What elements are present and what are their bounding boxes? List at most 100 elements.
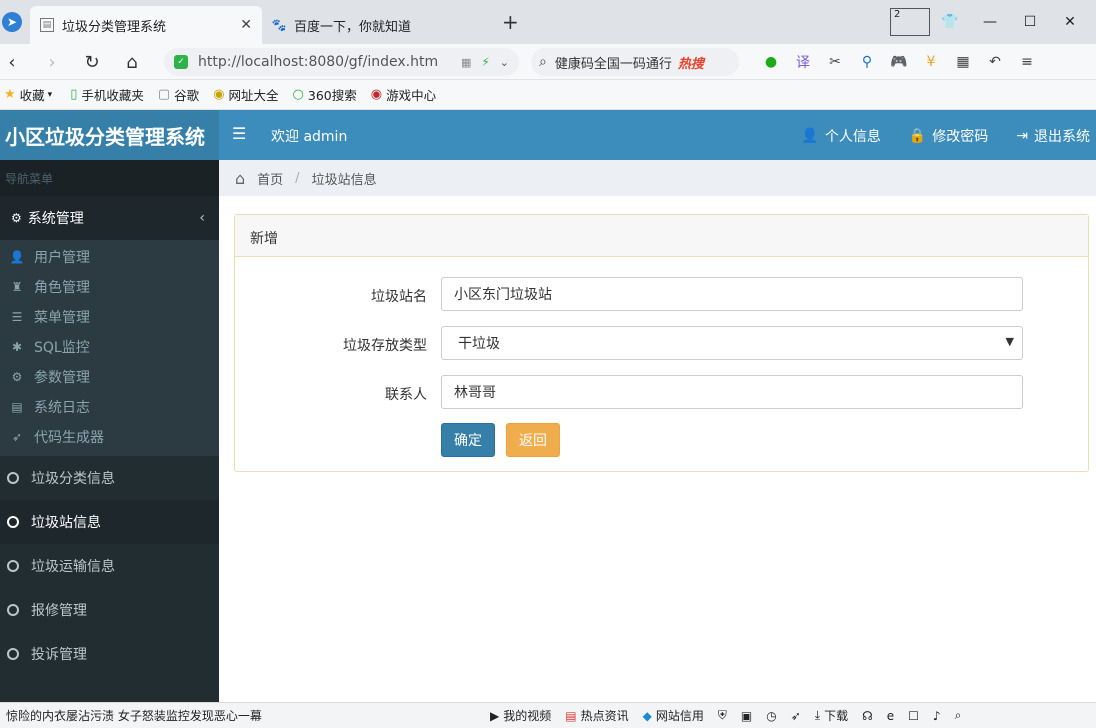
station-name-label: 垃圾站名 [371,289,427,305]
star-icon: ★ [4,87,16,102]
hao-icon: ◉ [213,87,225,102]
shield-icon[interactable]: ⛨ [718,708,727,723]
confirm-button[interactable]: 确定 [441,423,495,457]
tab-inactive[interactable]: 🐾 百度一下，你就知道 [262,6,494,44]
zoom-icon[interactable]: ⌕ [955,708,962,723]
sidebar-item-label: SQL监控 [34,340,90,356]
download-icon: ⤓ [814,708,821,722]
bookmark-google[interactable]: ▢ 谷歌 [158,85,199,104]
game-icon[interactable]: 🎮 [888,52,910,72]
user-icon: 👤 [9,250,25,264]
reload-icon[interactable]: ↻ [80,50,104,74]
extension-toolbar: ● 译 ✂ ⚲ 🎮 ¥ ▦ ↶ ≡ [760,52,1038,72]
new-tab-icon[interactable]: + [502,10,519,34]
sidebar-item-sql[interactable]: ✱ SQL监控 [0,332,219,362]
window-controls: 2 👕 — ☐ ✕ [890,8,1090,36]
change-password-link[interactable]: 🔒 修改密码 [909,126,988,146]
lock-icon: 🔒 [908,128,927,144]
nav-header: 导航菜单 [0,160,219,196]
my-videos-link[interactable]: ▶ 我的视频 [490,707,551,724]
app-brand[interactable]: 小区垃圾分类管理系统 [0,110,219,160]
sidebar-item-label: 投诉管理 [31,647,87,663]
sidebar-item-menus[interactable]: ☰ 菜单管理 [0,302,219,332]
wallet-icon[interactable]: ¥ [920,52,942,72]
forward-icon[interactable]: › [40,50,64,74]
home-icon: ⌂ [235,168,246,188]
sidebar-item-waste-transport[interactable]: 垃圾运输信息 [0,544,219,588]
apps-grid-icon[interactable]: ▦ [952,52,974,72]
hot-news-link[interactable]: ▤ 热点资讯 [565,707,628,724]
station-name-field[interactable]: 小区东门垃圾站 [441,277,1023,311]
sidebar-item-logs[interactable]: ▤ 系统日志 [0,392,219,422]
back-button[interactable]: 返回 [506,423,560,457]
sign-out-icon: ⇥ [1016,128,1028,144]
circle-icon [7,560,19,572]
bookmark-games[interactable]: ◉ 游戏中心 [371,85,436,104]
headset-icon[interactable]: ☊ [862,709,873,723]
scissors-icon[interactable]: ✂ [824,52,846,72]
maximize-icon[interactable]: ☐ [1010,8,1050,36]
sidebar-item-label: 系统日志 [34,400,90,416]
tab-close-icon[interactable]: ✕ [240,17,252,33]
chevron-down-icon[interactable]: ⌄ [500,56,509,69]
sidebar-item-waste-station[interactable]: 垃圾站信息 [0,500,219,544]
breadcrumb: ⌂ 首页 / 垃圾站信息 [219,160,1096,196]
circle-icon [7,648,19,660]
window-icon[interactable]: ☐ [908,709,919,723]
bug-icon: ✱ [11,340,23,354]
sidebar-item-roles[interactable]: ♜ 角色管理 [0,272,219,302]
lightning-icon[interactable]: ⚡ [481,55,489,69]
rocket-icon[interactable]: ➶ [791,709,801,723]
wechat-icon[interactable]: ● [760,52,782,72]
magnifier-icon[interactable]: ⚲ [856,52,878,72]
storage-type-select[interactable]: 干垃圾 ▼ [441,326,1023,360]
url-input[interactable]: ✓ http://localhost:8080/gf/index.htm ▦ ⚡… [164,48,519,76]
back-icon[interactable]: ‹ [0,50,24,74]
sidebar-item-codegen[interactable]: ➶ 代码生成器 [0,422,219,452]
breadcrumb-home[interactable]: 首页 [257,169,283,188]
bookmark-label: 360搜索 [307,88,357,103]
site-credit-link[interactable]: ◆ 网站信用 [643,707,704,724]
minimize-icon[interactable]: — [970,8,1010,36]
news-ticker[interactable]: 惊险的内衣屡沾污渍 女子怒装监控发现恶心一幕 [0,707,490,724]
tab-title: 百度一下，你就知道 [294,19,412,35]
menu-icon[interactable]: ≡ [1016,52,1038,72]
sidebar-item-waste-category[interactable]: 垃圾分类信息 [0,456,219,500]
image-icon[interactable]: ▣ [741,709,752,723]
sidebar-item-complaints[interactable]: 投诉管理 [0,632,219,676]
qr-icon[interactable]: ▦ [461,56,471,69]
logout-link[interactable]: ⇥ 退出系统 [1016,126,1090,146]
status-item-label: 我的视频 [503,709,552,723]
tab-active[interactable]: ▤ 垃圾分类管理系统 ✕ [30,6,262,44]
volume-icon[interactable]: ♪ [933,709,941,723]
sidebar-item-params[interactable]: ⚙ 参数管理 [0,362,219,392]
tab-count-badge[interactable]: 2 [890,8,930,36]
sidebar-item-label: 代码生成器 [34,430,104,446]
ie-icon[interactable]: e [887,709,894,723]
skin-icon[interactable]: 👕 [930,8,970,36]
bookmark-label: 谷歌 [174,88,200,103]
download-link[interactable]: ⤓ 下载 [815,707,848,724]
browser-logo-icon[interactable]: ➤ [2,12,22,32]
search-input[interactable]: ⌕ 健康码全国一码通行 热搜 [531,48,739,76]
profile-label: 个人信息 [824,129,881,145]
close-window-icon[interactable]: ✕ [1050,8,1090,36]
bookmark-favorites[interactable]: ★ 收藏 ▾ [4,85,56,104]
translate-icon[interactable]: 译 [792,52,814,72]
bookmark-360[interactable]: ○ 360搜索 [293,85,357,104]
sidebar-item-users[interactable]: 👤 用户管理 [0,242,219,272]
profile-link[interactable]: 👤 个人信息 [801,126,880,146]
contact-field[interactable]: 林哥哥 [441,375,1023,409]
bookmark-mobile[interactable]: ▯ 手机收藏夹 [70,85,144,104]
circle-icon [7,516,19,528]
bookmark-hao[interactable]: ◉ 网址大全 [213,85,278,104]
tab-title: 垃圾分类管理系统 [62,19,167,35]
sidebar-item-repairs[interactable]: 报修管理 [0,588,219,632]
sidebar-group-system[interactable]: ⚙ 系统管理 ‹ [0,196,219,240]
storage-type-label: 垃圾存放类型 [343,338,427,354]
sidebar-toggle-icon[interactable]: ☰ [232,124,246,143]
form-row-storage-type: 垃圾存放类型 干垃圾 ▼ [235,326,1090,360]
home-icon[interactable]: ⌂ [120,50,144,74]
clock-icon[interactable]: ◷ [766,709,776,723]
undo-icon[interactable]: ↶ [984,52,1006,72]
